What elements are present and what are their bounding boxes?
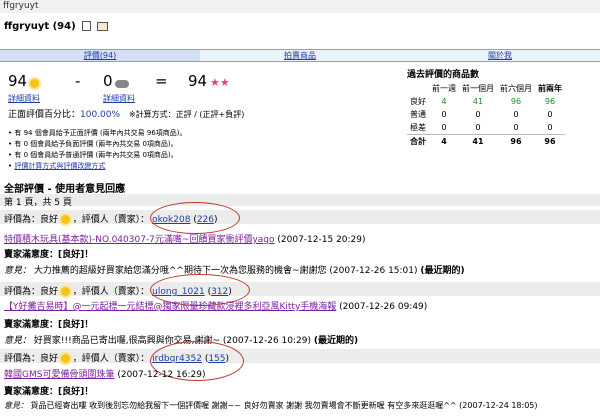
satisfaction: 賣家滿意度：[良好]！	[4, 320, 94, 330]
positive-detail-link[interactable]: 詳細資料	[8, 93, 40, 104]
top-label: ffgryuyt	[3, 1, 39, 11]
edit-icon[interactable]	[82, 21, 92, 31]
item-link[interactable]: 【Y好攤吉易時】@一元起標一元結標@獨家限量珍藏款浸裡多利亞風Kitty手機海報	[4, 302, 336, 312]
sun-icon	[60, 215, 70, 224]
sun-icon	[29, 79, 39, 88]
item-line: 【Y好攤吉易時】@一元起標一元結標@獨家限量珍藏款浸裡多利亞風Kitty手機海報…	[4, 302, 428, 312]
bullet-list: • 有 94 個會員給予正面評價 (兩年內共交易 96項商品)。 • 有 0 個…	[8, 128, 187, 172]
section-title: 全部評價 - 使用者意見回應	[4, 184, 126, 195]
stats-table: 前一週 前一個月 前六個月 前兩年 良好 4 41 96 96 普通 0 0 0…	[407, 82, 565, 148]
tab-about[interactable]: 關於我	[400, 49, 600, 62]
tab-bar: 評價(94) 拍賣商品 關於我	[0, 49, 600, 62]
tab-items[interactable]: 拍賣商品	[200, 49, 400, 62]
stats-panel: 過去評價的商品數 前一週 前一個月 前六個月 前兩年 良好 4 41 96 96…	[407, 67, 577, 148]
paging-bar: 第 1 頁，共 5 頁	[0, 194, 600, 208]
minus-sign: -	[75, 72, 81, 90]
reply-line: 意見： 大力推薦的超級好買家給您滿分哦^^期待下一次為您服務的機會~謝謝您 (2…	[4, 266, 465, 276]
table-row: 良好 4 41 96 96	[410, 97, 556, 106]
negative-score: 0	[103, 72, 130, 90]
item-link[interactable]: 韓國GMS可愛備骨頭圍珠筆	[4, 370, 114, 380]
list-item: • 有 0 個會員給予普通評價 (兩年內共交易 0項商品)。	[8, 151, 178, 159]
table-row: 極差 0 0 0 0	[410, 123, 553, 132]
item-line: 韓國GMS可愛備骨頭圍珠筆 (2007-12-12 16:29)	[4, 370, 206, 380]
table-row: 普通 0 0 0 0	[410, 110, 553, 119]
tab-rating[interactable]: 評價(94)	[0, 49, 200, 62]
rain-cloud-icon	[115, 79, 130, 88]
highlight-circle	[150, 202, 240, 234]
sun-icon	[60, 287, 70, 296]
percent-line: 正面評價百分比：100.00% ※計算方式：正評 / (正評+負評)	[8, 110, 245, 120]
star-icon: ★★	[209, 76, 230, 89]
list-item: • 有 0 個會員給予負面評價 (兩年內共交易 0項商品)。	[8, 140, 178, 148]
list-item: • 評價計算方式與評價改變方式	[8, 162, 106, 170]
page-title: ffgryuyt (94)	[4, 21, 108, 32]
table-row: 前一週 前一個月 前六個月 前兩年	[432, 84, 562, 93]
satisfaction: 賣家滿意度：[良好]！	[4, 387, 94, 397]
table-row: 合計 4 41 96 96	[407, 134, 565, 149]
list-item: • 有 94 個會員給予正面評價 (兩年內共交易 96項商品)。	[8, 129, 187, 137]
satisfaction: 賣家滿意度：[良好]！	[4, 250, 94, 260]
mail-icon[interactable]	[96, 21, 108, 31]
top-bar: ffgryuyt	[0, 0, 600, 13]
equals-sign: =	[155, 72, 168, 90]
item-link[interactable]: 特價積木玩具(基本款)-NO.040307-7元滿嘴~回饋買家衝評價yago	[4, 235, 275, 245]
item-line: 特價積木玩具(基本款)-NO.040307-7元滿嘴~回饋買家衝評價yago (…	[4, 235, 366, 245]
stats-title: 過去評價的商品數	[407, 70, 480, 80]
positive-score: 94	[8, 72, 39, 90]
reply-line: 意見： 貨品已經寄出嘍 收到後別忘勿給我留下一個評價喔 謝謝~~ 良好勿賣家 謝…	[4, 401, 538, 410]
sun-icon	[60, 354, 70, 363]
total-score: 94 ★★	[188, 72, 230, 90]
negative-detail-link[interactable]: 詳細資料	[103, 93, 135, 104]
